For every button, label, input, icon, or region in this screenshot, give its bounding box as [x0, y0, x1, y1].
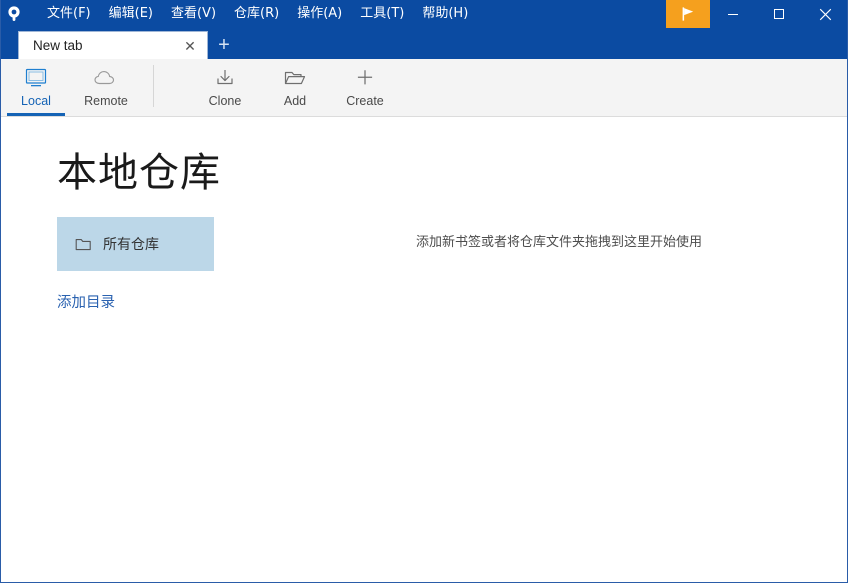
toolbar-button-local[interactable]: Local: [1, 59, 71, 116]
sourcetree-logo-icon: [1, 0, 28, 28]
menu-tools[interactable]: 工具(T): [351, 0, 413, 28]
toolbar-label-create: Create: [346, 94, 384, 108]
cloud-icon: [93, 65, 119, 91]
flag-icon: [682, 7, 694, 21]
tab-close-icon[interactable]: ✕: [181, 37, 199, 55]
menu-view[interactable]: 查看(V): [162, 0, 225, 28]
tab-strip: New tab ✕ +: [1, 28, 847, 59]
toolbar-label-add: Add: [283, 94, 307, 108]
toolbar: Local Remote Clone Add Create: [1, 59, 847, 117]
add-directory-link[interactable]: 添加目录: [57, 291, 115, 312]
maximize-button[interactable]: [756, 0, 802, 28]
close-icon: [819, 8, 831, 20]
download-icon: [213, 65, 237, 91]
menu-help[interactable]: 帮助(H): [413, 0, 477, 28]
application-window: 文件(F) 编辑(E) 查看(V) 仓库(R) 操作(A) 工具(T) 帮助(H…: [0, 0, 848, 583]
main-content: 本地仓库 所有仓库 添加目录 添加新书签或者将仓库文件夹拖拽到这里开始使用: [1, 117, 847, 582]
folder-icon: [75, 237, 92, 252]
repo-item-all-repositories[interactable]: 所有仓库: [57, 217, 214, 271]
minimize-button[interactable]: [710, 0, 756, 28]
toolbar-button-add[interactable]: Add: [260, 59, 330, 116]
menu-repository[interactable]: 仓库(R): [225, 0, 288, 28]
maximize-icon: [774, 9, 784, 19]
flag-button[interactable]: [666, 0, 710, 28]
toolbar-label-local: Local: [21, 94, 51, 108]
left-pane: 本地仓库 所有仓库 添加目录: [1, 117, 301, 582]
menu-actions[interactable]: 操作(A): [288, 0, 351, 28]
repo-item-label: 所有仓库: [103, 237, 159, 253]
repository-list: 所有仓库: [57, 217, 214, 271]
toolbar-label-clone: Clone: [208, 94, 242, 108]
monitor-icon: [24, 65, 48, 91]
drop-zone-hint: 添加新书签或者将仓库文件夹拖拽到这里开始使用: [415, 235, 702, 250]
window-controls-group: [666, 0, 847, 28]
plus-icon: [353, 65, 377, 91]
right-pane[interactable]: 添加新书签或者将仓库文件夹拖拽到这里开始使用: [301, 117, 847, 582]
menu-file[interactable]: 文件(F): [38, 0, 100, 28]
toolbar-button-clone[interactable]: Clone: [190, 59, 260, 116]
active-tab-indicator: [7, 113, 65, 116]
tab-new-tab[interactable]: New tab ✕: [18, 31, 208, 59]
toolbar-separator: [153, 65, 154, 107]
menu-bar: 文件(F) 编辑(E) 查看(V) 仓库(R) 操作(A) 工具(T) 帮助(H…: [38, 0, 477, 28]
close-button[interactable]: [802, 0, 847, 28]
folder-open-icon: [282, 65, 308, 91]
minimize-icon: [728, 14, 738, 15]
page-title: 本地仓库: [57, 150, 221, 196]
new-tab-button[interactable]: +: [210, 31, 238, 59]
toolbar-button-remote[interactable]: Remote: [71, 59, 141, 116]
tab-title: New tab: [33, 38, 83, 53]
title-bar: 文件(F) 编辑(E) 查看(V) 仓库(R) 操作(A) 工具(T) 帮助(H…: [1, 0, 847, 28]
toolbar-left-group: Local Remote: [1, 59, 141, 116]
toolbar-label-remote: Remote: [84, 94, 128, 108]
menu-edit[interactable]: 编辑(E): [100, 0, 162, 28]
toolbar-button-create[interactable]: Create: [330, 59, 400, 116]
toolbar-right-group: Clone Add Create: [190, 59, 400, 116]
